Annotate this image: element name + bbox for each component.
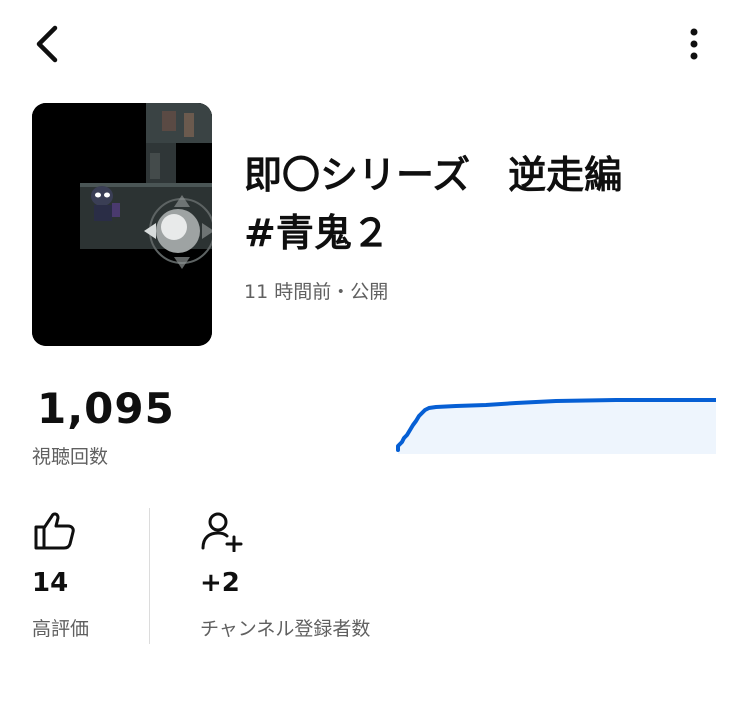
subscribers-label: チャンネル登録者数: [200, 618, 371, 640]
subscribers-change: +2: [200, 568, 240, 598]
thumbs-up-icon[interactable]: [32, 508, 76, 552]
views-label: 視聴回数: [32, 446, 109, 468]
add-person-icon[interactable]: [200, 508, 244, 552]
chevron-left-icon: [36, 25, 58, 63]
video-thumbnail[interactable]: [32, 103, 212, 346]
video-title[interactable]: 即〇シリーズ 逆走編 #青鬼２: [244, 146, 724, 262]
video-title-line-1: 即〇シリーズ 逆走編: [244, 153, 623, 197]
game-screenshot-thumbnail: [32, 103, 212, 346]
likes-label: 高評価: [32, 618, 90, 640]
more-options-button[interactable]: [672, 22, 716, 66]
views-count: 1,095: [37, 384, 175, 433]
views-trend-chart[interactable]: [396, 392, 716, 454]
stats-divider: [149, 508, 150, 644]
likes-count: 14: [32, 568, 69, 598]
video-title-line-2: #青鬼２: [244, 211, 390, 255]
top-bar: [0, 0, 750, 90]
published-time: 11 時間前・公開: [244, 281, 389, 303]
vertical-dots-icon: [690, 28, 698, 60]
back-button[interactable]: [26, 22, 70, 66]
